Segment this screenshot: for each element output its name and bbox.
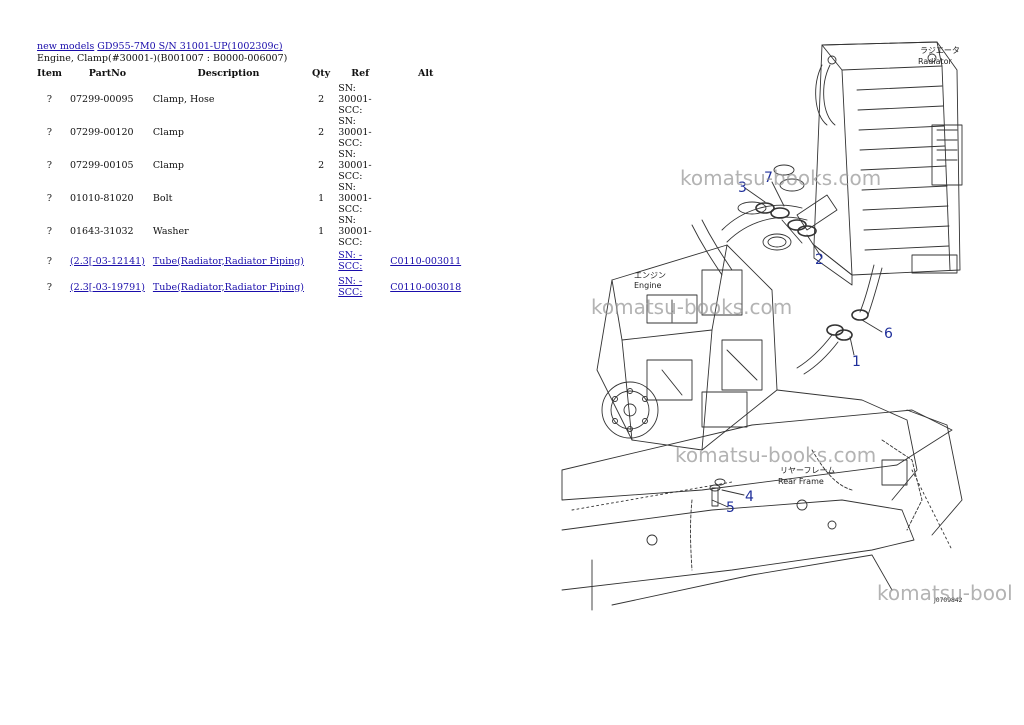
header-partno: PartNo: [88, 67, 127, 79]
callout-4: 4: [745, 489, 754, 505]
cell-qty: 1: [318, 193, 325, 204]
ref-link[interactable]: SN: -SCC:: [338, 276, 362, 298]
partno-link[interactable]: (2.3[-03-19791): [70, 282, 145, 293]
watermark-text: komatsu-books.com: [675, 443, 877, 467]
header-alt: Alt: [417, 67, 434, 79]
cell-item: ?: [46, 255, 53, 267]
cell-partno: 07299-00120: [69, 127, 134, 138]
cell-alt: [386, 149, 465, 182]
cell-item: ?: [46, 127, 53, 138]
breadcrumb-model-link[interactable]: GD955-7M0 S/N 31001-UP(1002309c): [97, 41, 282, 52]
cell-alt: [386, 116, 465, 149]
cell-qty: [308, 274, 334, 300]
label-radiator: Radiator: [918, 57, 953, 66]
engine-illustration: [596, 219, 778, 451]
cell-item: ?: [46, 94, 53, 105]
lower-hose-illustration: [796, 264, 883, 375]
alt-link[interactable]: C0110-003018: [390, 282, 461, 293]
header-description: Description: [197, 67, 260, 79]
cell-alt: [386, 215, 465, 248]
parts-diagram: 3 7 2 1 6 4 5 ラジエータ Radiator エンジン Engine…: [561, 41, 963, 611]
table-row: ? 07299-00095 Clamp, Hose 2 SN: 30001-SC…: [33, 83, 465, 116]
cell-alt: C0110-003018: [386, 274, 465, 300]
cell-description: Tube(Radiator,Radiator Piping): [149, 248, 308, 274]
cell-ref: SN: -SCC:: [334, 274, 386, 300]
cell-alt: [386, 182, 465, 215]
table-row: ? 07299-00105 Clamp 2 SN: 30001-SCC:: [33, 149, 465, 182]
callout-5: 5: [726, 500, 735, 516]
table-row: ? 01643-31032 Washer 1 SN: 30001-SCC:: [33, 215, 465, 248]
table-header-row: Item PartNo Description Qty Ref Alt: [33, 66, 465, 83]
cell-item: ?: [46, 160, 53, 171]
cell-partno: (2.3[-03-12141): [66, 248, 149, 274]
cell-partno: (2.3[-03-19791): [66, 274, 149, 300]
rear-frame-illustration: [561, 389, 963, 611]
callout-6: 6: [884, 326, 893, 342]
page-subtitle: Engine, Clamp(#30001-)(B001007 : B0000-0…: [37, 53, 288, 64]
header-ref: Ref: [351, 67, 370, 79]
cell-ref: SN: 30001-SCC:: [338, 215, 372, 248]
cell-ref: SN: 30001-SCC:: [338, 83, 372, 116]
cell-description: Bolt: [152, 193, 173, 204]
radiator-illustration: [813, 41, 963, 286]
header-qty: Qty: [312, 67, 331, 79]
cell-ref: SN: 30001-SCC:: [338, 149, 372, 182]
callout-2: 2: [815, 252, 824, 268]
cell-item: ?: [46, 193, 53, 204]
cell-partno: 07299-00095: [69, 94, 134, 105]
cell-description: Tube(Radiator,Radiator Piping): [149, 274, 308, 300]
header-item: Item: [37, 67, 62, 79]
breadcrumb-new-models-link[interactable]: new models: [37, 41, 94, 52]
label-engine: Engine: [634, 281, 661, 290]
cell-qty: 2: [318, 160, 325, 171]
cell-item: ?: [46, 226, 53, 237]
alt-link[interactable]: C0110-003011: [390, 256, 461, 267]
clamp-rings-illustration: [755, 202, 869, 341]
table-row: ? (2.3[-03-19791) Tube(Radiator,Radiator…: [33, 274, 465, 300]
label-rear-frame: Rear Frame: [778, 477, 824, 486]
cell-partno: 01643-31032: [69, 226, 134, 237]
table-row: ? (2.3[-03-12141) Tube(Radiator,Radiator…: [33, 248, 465, 274]
description-link[interactable]: Tube(Radiator,Radiator Piping): [153, 256, 304, 267]
cell-partno: 07299-00105: [69, 160, 134, 171]
cell-item: ?: [46, 281, 53, 293]
cell-partno: 01010-81020: [69, 193, 134, 204]
cell-qty: 1: [318, 226, 325, 237]
cell-alt: C0110-003011: [386, 248, 465, 274]
watermark-text: komatsu-bool: [877, 581, 1013, 605]
partno-link[interactable]: (2.3[-03-12141): [70, 256, 145, 267]
callout-1: 1: [852, 354, 861, 370]
label-engine-jp: エンジン: [634, 271, 666, 280]
cell-ref: SN: 30001-SCC:: [338, 182, 372, 215]
table-row: ? 01010-81020 Bolt 1 SN: 30001-SCC:: [33, 182, 465, 215]
cell-qty: [308, 248, 334, 274]
cell-description: Washer: [152, 226, 189, 237]
cell-alt: [386, 83, 465, 116]
watermark-text: komatsu-books.com: [680, 166, 882, 190]
cell-description: Clamp: [152, 127, 184, 138]
label-radiator-jp: ラジエータ: [920, 46, 960, 55]
label-rear-frame-jp: リヤーフレーム: [780, 466, 835, 475]
watermark-text: komatsu-books.com: [591, 295, 793, 319]
ref-link[interactable]: SN: -SCC:: [338, 250, 362, 272]
cell-ref: SN: 30001-SCC:: [338, 116, 372, 149]
breadcrumb: new models GD955-7M0 S/N 31001-UP(100230…: [37, 41, 283, 52]
table-row: ? 07299-00120 Clamp 2 SN: 30001-SCC:: [33, 116, 465, 149]
cell-ref: SN: -SCC:: [334, 248, 386, 274]
cell-qty: 2: [318, 127, 325, 138]
description-link[interactable]: Tube(Radiator,Radiator Piping): [153, 282, 304, 293]
cell-description: Clamp, Hose: [152, 94, 215, 105]
parts-table: Item PartNo Description Qty Ref Alt ? 07…: [33, 66, 465, 300]
cell-qty: 2: [318, 94, 325, 105]
cell-description: Clamp: [152, 160, 184, 171]
